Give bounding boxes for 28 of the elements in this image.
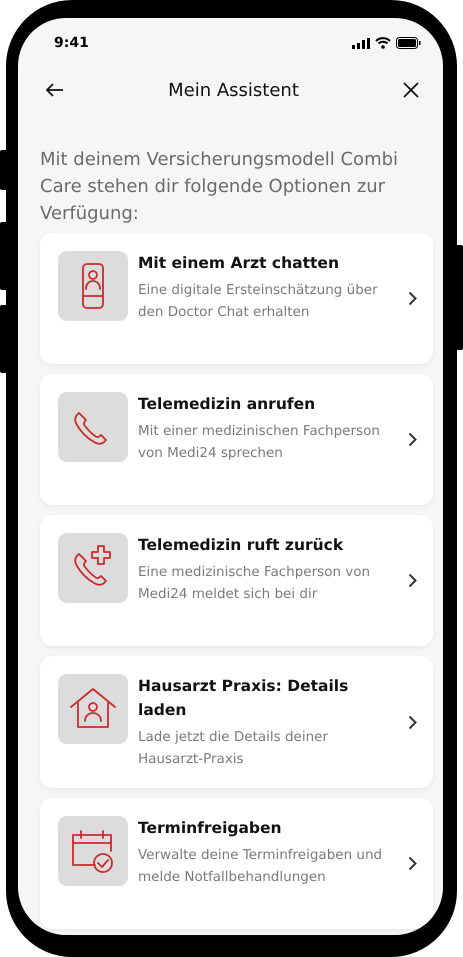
option-title: Terminfreigaben <box>138 818 283 839</box>
option-title: Mit einem Arzt chatten <box>138 253 340 274</box>
chevron-icon <box>408 291 417 306</box>
option-card[interactable]: Mit einem Arzt chatten Eine digitale Ersteinschätzung über den Doctor Chat erhalten <box>40 233 433 364</box>
intro-text: Mit deinem Versicherungsmodell Combi Care stehen dir folgende Optionen zur Verfügung: <box>40 148 400 226</box>
page-title: Mein Assistent <box>168 80 299 100</box>
option-title: Hausarzt Praxis: Details laden <box>138 676 350 721</box>
wifi-icon <box>375 37 391 49</box>
option-card[interactable]: Telemedizin anrufen Mit einer medizinischen Fachperson von Medi24 sprechen <box>40 374 433 505</box>
close-button[interactable] <box>403 82 419 98</box>
option-title: Telemedizin anrufen <box>138 394 316 415</box>
signal-icon <box>352 38 370 48</box>
chevron-icon <box>408 856 417 871</box>
option-description: Mit einer medizinischen Fachperson von Medi24 sprechen <box>138 422 381 463</box>
chevron-icon <box>408 432 417 447</box>
chevron-icon <box>408 573 417 588</box>
status-time: 9:41 <box>54 35 89 51</box>
back-button[interactable] <box>46 83 64 97</box>
option-card[interactable]: Telemedizin ruft zurück Eine medizinische Fachperson von Medi24 meldet sich bei dir <box>40 515 433 646</box>
chevron-icon <box>408 714 417 730</box>
battery-icon <box>396 37 421 49</box>
option-description: Eine digitale Ersteinschätzung über den Doctor Chat erhalten <box>138 281 379 322</box>
option-description: Lade jetzt die Details deiner Hausarzt-Praxis <box>138 728 330 769</box>
option-title: Telemedizin ruft zurück <box>138 535 344 556</box>
option-description: Eine medizinische Fachperson von Medi24 meldet sich bei dir <box>138 563 372 604</box>
option-card[interactable]: Hausarzt Praxis: Details laden Lade jetzt die Details deiner Hausarzt-Praxis <box>40 656 433 788</box>
option-card[interactable]: Terminfreigaben Verwalte deine Terminfreigaben und melde Notfallbehandlungen <box>40 798 433 929</box>
option-description: Verwalte deine Terminfreigaben und melde Notfallbehandlungen <box>138 846 384 887</box>
